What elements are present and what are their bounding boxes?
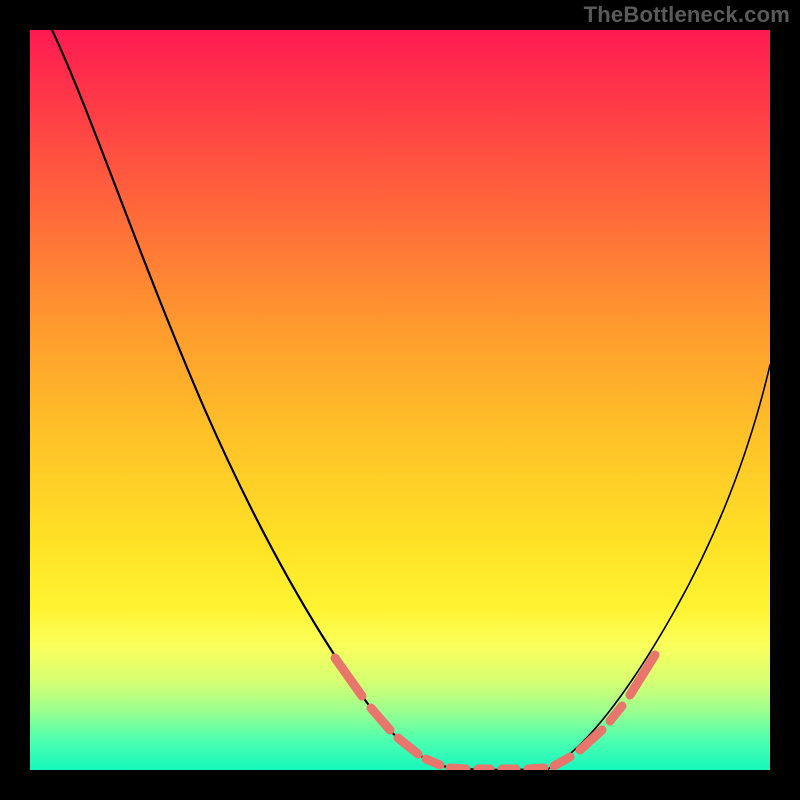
- right-ascent-curve: [548, 365, 770, 769]
- dash-segment: [630, 655, 655, 695]
- curve-layer: [30, 30, 770, 770]
- dash-segment: [426, 759, 440, 765]
- dash-segment: [335, 658, 362, 696]
- plot-area: [30, 30, 770, 770]
- dash-segment: [450, 768, 466, 769]
- dash-segment: [554, 757, 570, 766]
- dash-segment: [371, 708, 390, 730]
- dash-segment: [528, 768, 544, 769]
- right-dash-group: [554, 655, 655, 766]
- left-dash-group: [335, 658, 440, 765]
- watermark-text: TheBottleneck.com: [584, 2, 790, 28]
- dash-segment: [398, 738, 418, 754]
- left-descent-curve: [52, 30, 460, 769]
- chart-frame: TheBottleneck.com: [0, 0, 800, 800]
